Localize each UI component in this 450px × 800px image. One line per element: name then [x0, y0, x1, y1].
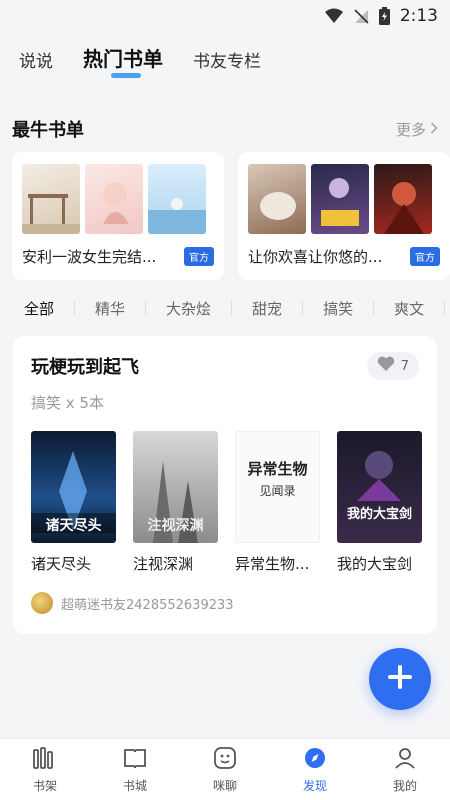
card-subtitle: 搞笑 x 5本: [31, 394, 104, 412]
booklist-title: 让你欢喜让你悠的...: [248, 248, 383, 266]
official-badge: 官方: [184, 247, 214, 266]
card-header: 玩梗玩到起飞 7: [31, 352, 419, 380]
battery-charging-icon: [378, 7, 390, 25]
book-cover: 注视深渊: [133, 431, 218, 543]
booklist-card[interactable]: 安利一波女生完结... 官方: [12, 152, 224, 280]
booklist-covers: [22, 164, 214, 234]
bottom-navigation: 书架 书城 咪聊 发现 我的: [0, 738, 450, 800]
nav-profile[interactable]: 我的: [375, 746, 435, 794]
nav-label: 我的: [392, 778, 417, 793]
status-bar: 2:13: [0, 0, 450, 32]
divider: [373, 301, 375, 315]
no-signal-icon: [353, 8, 369, 24]
book-cover: [248, 164, 306, 234]
avatar: [31, 592, 53, 614]
booklist-title: 安利一波女生完结...: [22, 248, 157, 266]
book-title: 我的大宝剑: [337, 555, 413, 573]
book-title: 注视深渊: [133, 555, 194, 573]
divider: [231, 301, 233, 315]
filter-chip-all[interactable]: 全部: [14, 294, 64, 323]
bookshelf-icon: [32, 746, 58, 774]
book-icon: [122, 746, 148, 774]
divider: [145, 301, 147, 315]
filter-chip[interactable]: 大杂烩: [156, 294, 221, 323]
book-item[interactable]: 我的大宝剑 我的大宝剑: [337, 431, 422, 574]
like-button[interactable]: 7: [366, 352, 419, 380]
official-badge: 官方: [410, 247, 440, 266]
clock: 2:13: [399, 6, 438, 26]
like-count: 7: [400, 358, 409, 374]
category-filter-bar: 全部 精华 大杂烩 甜宠 搞笑 爽文 女强: [14, 292, 450, 324]
plus-icon: [387, 664, 413, 694]
book-cover: [374, 164, 432, 234]
top-tabs: 说说 热门书单 书友专栏: [0, 38, 450, 78]
heart-icon: [377, 356, 395, 376]
tab-label: 热门书单: [83, 47, 163, 71]
create-booklist-button[interactable]: [369, 648, 431, 710]
nav-discover[interactable]: 发现: [285, 746, 345, 794]
nav-label: 咪聊: [212, 778, 237, 793]
book-item[interactable]: 诸天尽头 诸天尽头: [31, 431, 116, 574]
filter-chip[interactable]: 精华: [85, 294, 135, 323]
filter-chip[interactable]: 搞笑: [313, 294, 363, 323]
booklist-meta: 安利一波女生完结... 官方: [22, 246, 214, 267]
tab-reader-columns[interactable]: 书友专栏: [193, 47, 261, 78]
booklist-detail-card[interactable]: 玩梗玩到起飞 7 搞笑 x 5本 诸天尽头 诸天尽头 注视深渊 注视深渊 异常生…: [13, 336, 437, 634]
book-title: 诸天尽头: [31, 555, 92, 573]
book-item[interactable]: 注视深渊 注视深渊: [133, 431, 218, 574]
cover-title: 诸天尽头: [45, 518, 102, 534]
nav-bookshelf[interactable]: 书架: [15, 746, 75, 794]
more-link[interactable]: 更多: [396, 119, 438, 140]
more-label: 更多: [395, 120, 426, 139]
book-cover: 我的大宝剑: [337, 431, 422, 543]
filter-chip[interactable]: 甜宠: [242, 294, 292, 323]
author-name: 超萌迷书友2428552639233: [61, 597, 234, 613]
cover-subtitle: 见闻录: [259, 484, 296, 498]
booklist-carousel: 安利一波女生完结... 官方 让你欢喜让你悠的... 官方: [12, 152, 450, 280]
book-list: 诸天尽头 诸天尽头 注视深渊 注视深渊 异常生物 见闻录 异常生物... 我的大…: [31, 431, 422, 574]
booklist-meta: 让你欢喜让你悠的... 官方: [248, 246, 440, 267]
section-header: 最牛书单 更多: [12, 116, 438, 142]
cover-title: 异常生物: [247, 460, 308, 478]
filter-chip[interactable]: 爽文: [384, 294, 434, 323]
wifi-icon: [324, 8, 343, 24]
cover-title: 我的大宝剑: [346, 507, 412, 522]
booklist-card[interactable]: 让你欢喜让你悠的... 官方: [238, 152, 450, 280]
nav-bookstore[interactable]: 书城: [105, 746, 165, 794]
book-cover: [148, 164, 206, 234]
book-item[interactable]: 异常生物 见闻录 异常生物...: [235, 431, 320, 574]
nav-label: 书架: [32, 778, 57, 793]
user-icon: [392, 746, 418, 774]
nav-label: 书城: [122, 778, 147, 793]
booklist-author[interactable]: 超萌迷书友2428552639233: [31, 592, 419, 614]
cover-title: 注视深渊: [147, 518, 204, 534]
nav-label: 发现: [302, 778, 327, 793]
book-cover: [311, 164, 369, 234]
divider: [444, 301, 446, 315]
section-title: 最牛书单: [12, 120, 84, 141]
divider: [74, 301, 76, 315]
booklist-covers: [248, 164, 440, 234]
book-cover: [85, 164, 143, 234]
divider: [302, 301, 304, 315]
book-title: 异常生物...: [235, 555, 310, 573]
active-tab-indicator: [111, 73, 141, 78]
chevron-right-icon: [430, 120, 438, 138]
book-cover: [22, 164, 80, 234]
card-title: 玩梗玩到起飞: [31, 357, 139, 378]
book-cover: 诸天尽头: [31, 431, 116, 543]
tab-hot-booklists[interactable]: 热门书单: [83, 43, 163, 78]
book-cover: 异常生物 见闻录: [235, 431, 320, 543]
compass-icon: [302, 746, 328, 774]
tab-shuoshuo[interactable]: 说说: [19, 47, 53, 78]
chat-icon: [212, 746, 238, 774]
nav-chat[interactable]: 咪聊: [195, 746, 255, 794]
